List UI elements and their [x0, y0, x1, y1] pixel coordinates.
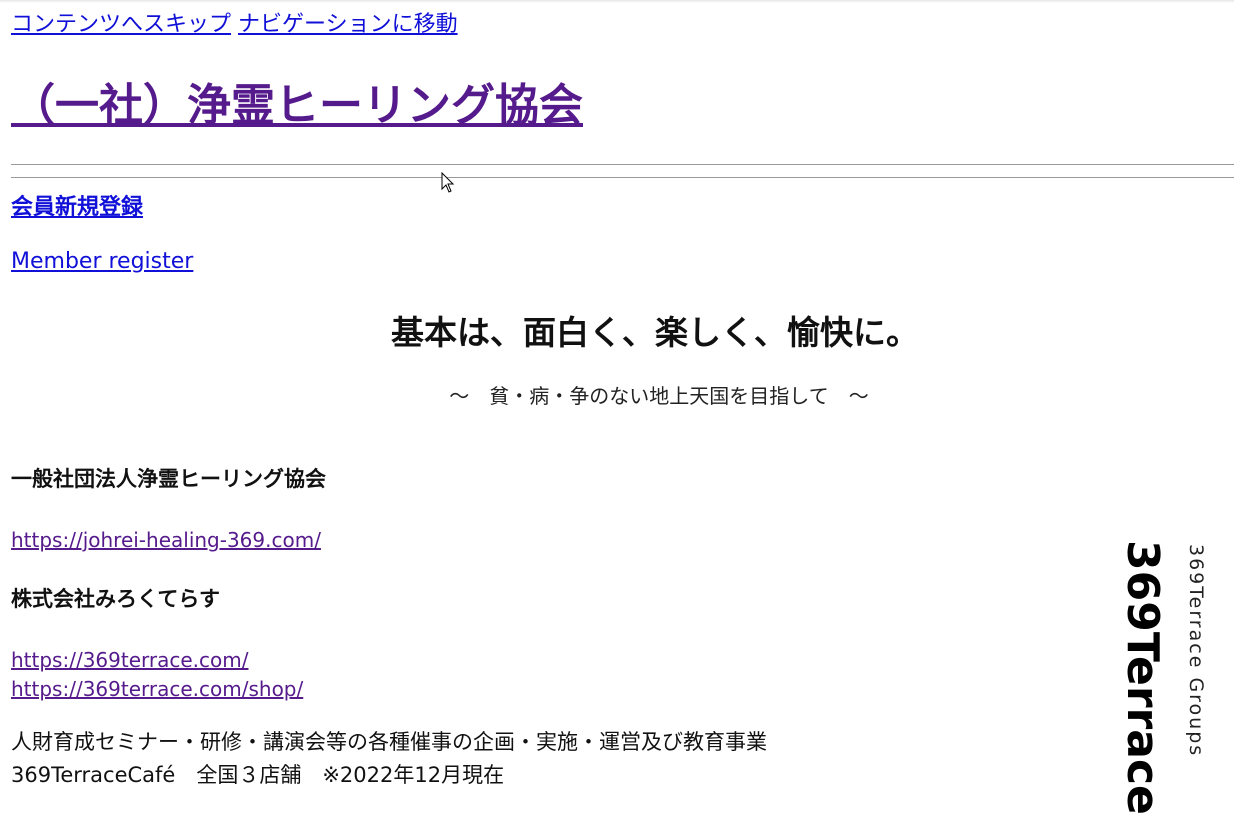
company-url-link[interactable]: https://369terrace.com/: [11, 648, 248, 672]
association-url: https://johrei-healing-369.com/: [11, 526, 321, 554]
company-name: 株式会社みろくてらす: [11, 587, 220, 611]
divider-bottom: [11, 177, 1234, 178]
skip-links: コンテンツへスキップ ナビゲーションに移動: [11, 10, 458, 40]
member-new-registration-link[interactable]: 会員新規登録: [11, 195, 143, 220]
site-title-link[interactable]: （一社）浄霊ヒーリング協会: [11, 80, 583, 131]
member-register-link[interactable]: Member register: [11, 249, 193, 274]
top-shadow: [0, 0, 1234, 3]
description-line-2: 369TerraceCafé 全国３店舗 ※2022年12月現在: [11, 763, 505, 787]
company-shop-url: https://369terrace.com/shop/: [11, 675, 303, 703]
association-name: 一般社団法人浄霊ヒーリング協会: [11, 467, 326, 491]
member-register: Member register: [11, 247, 193, 277]
hero-subline: 〜 貧・病・争のない地上天国を目指して 〜: [449, 384, 869, 408]
member-new-registration: 会員新規登録: [11, 193, 143, 223]
brand-groups-vertical: 369Terrace Groups: [1185, 544, 1207, 758]
company-url: https://369terrace.com/: [11, 646, 248, 674]
skip-to-navigation-link[interactable]: ナビゲーションに移動: [238, 12, 458, 37]
divider-top: [11, 164, 1234, 165]
description-line-1: 人財育成セミナー・研修・講演会等の各種催事の企画・実施・運営及び教育事業: [11, 730, 767, 754]
site-title: （一社）浄霊ヒーリング協会: [11, 76, 583, 136]
company-shop-url-link[interactable]: https://369terrace.com/shop/: [11, 677, 303, 701]
skip-to-content-link[interactable]: コンテンツへスキップ: [11, 12, 231, 37]
hero-headline: 基本は、面白く、楽しく、愉快に。: [391, 313, 919, 352]
brand-name-vertical: 369Terrace: [1117, 540, 1168, 815]
association-url-link[interactable]: https://johrei-healing-369.com/: [11, 528, 321, 552]
mouse-cursor-icon: [441, 172, 455, 193]
